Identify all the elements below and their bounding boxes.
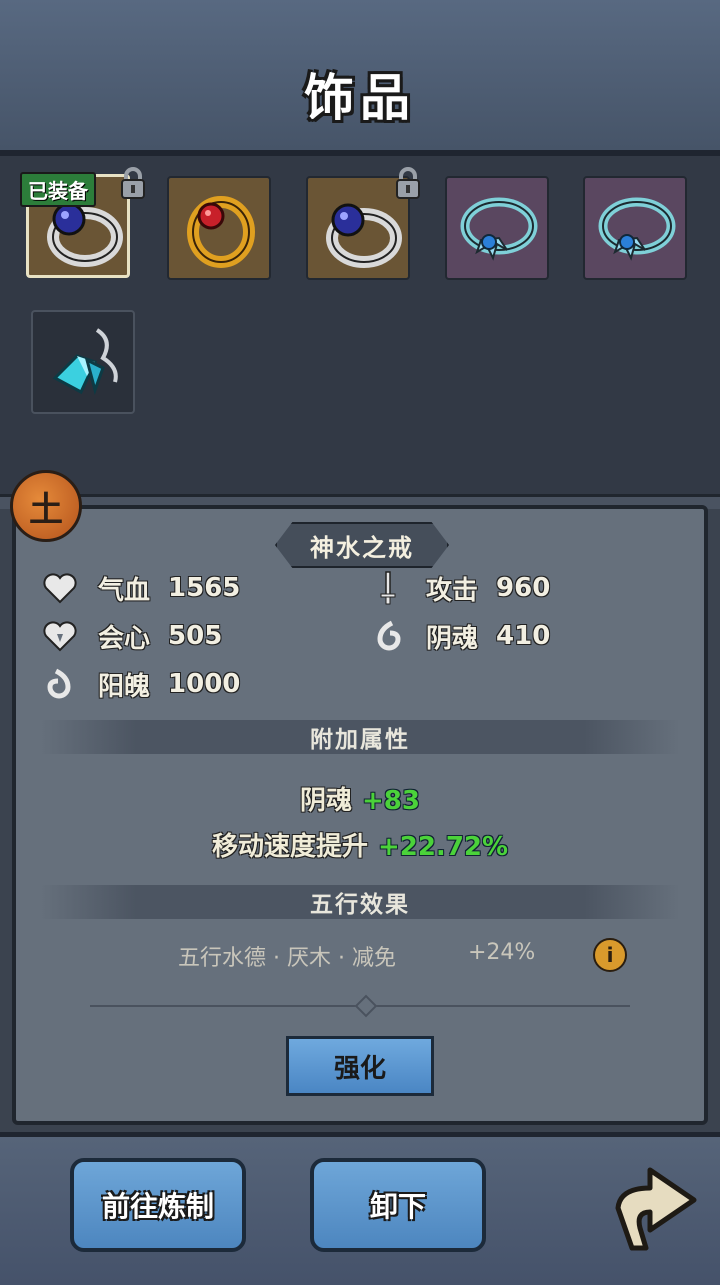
- ring-icon: [598, 197, 676, 261]
- stat-crit: 会心 505: [42, 616, 222, 656]
- inventory-slot-4[interactable]: [445, 176, 549, 280]
- heart-icon: [42, 570, 78, 606]
- wuxing-effect-header: 五行效果: [40, 885, 680, 919]
- yin-soul-icon: [370, 618, 406, 654]
- enhance-button[interactable]: 强化: [286, 1036, 434, 1096]
- stat-attack: 攻击 960: [370, 568, 550, 608]
- yang-soul-icon: [42, 666, 78, 702]
- go-refine-button[interactable]: 前往炼制: [70, 1158, 246, 1252]
- unequip-button[interactable]: 卸下: [310, 1158, 486, 1252]
- element-earth-badge: 土: [10, 470, 82, 542]
- inventory-slot-6[interactable]: [31, 310, 135, 414]
- page-title: 饰品: [304, 69, 416, 127]
- stat-yang-soul: 阳魄 1000: [42, 664, 240, 704]
- ring-icon: [187, 196, 255, 268]
- extra-attributes-header: 附加属性: [40, 720, 680, 754]
- inventory-slot-2[interactable]: [167, 176, 271, 280]
- wuxing-effect-text: 五行水德 · 厌木 · 减免: [178, 946, 396, 971]
- wuxing-effect-value: +24%: [468, 940, 536, 965]
- bonus-line: 移动速度提升 +22.72%: [211, 832, 509, 862]
- pendant-icon: [52, 328, 118, 395]
- equipped-badge: 已装备: [20, 172, 96, 207]
- ring-icon: [460, 197, 538, 261]
- stat-yin-soul: 阴魂 410: [370, 616, 550, 656]
- bonus-line: 阴魂 +83: [300, 786, 420, 816]
- back-arrow-icon[interactable]: [610, 1158, 702, 1254]
- lock-icon: [396, 167, 420, 199]
- lock-icon: [121, 167, 145, 199]
- sword-icon: [370, 570, 406, 606]
- item-name: 神水之戒: [275, 522, 449, 568]
- info-icon[interactable]: i: [593, 938, 627, 972]
- crit-heart-icon: [42, 618, 78, 654]
- stat-hp: 气血 1565: [42, 568, 240, 608]
- inventory-slot-5[interactable]: [583, 176, 687, 280]
